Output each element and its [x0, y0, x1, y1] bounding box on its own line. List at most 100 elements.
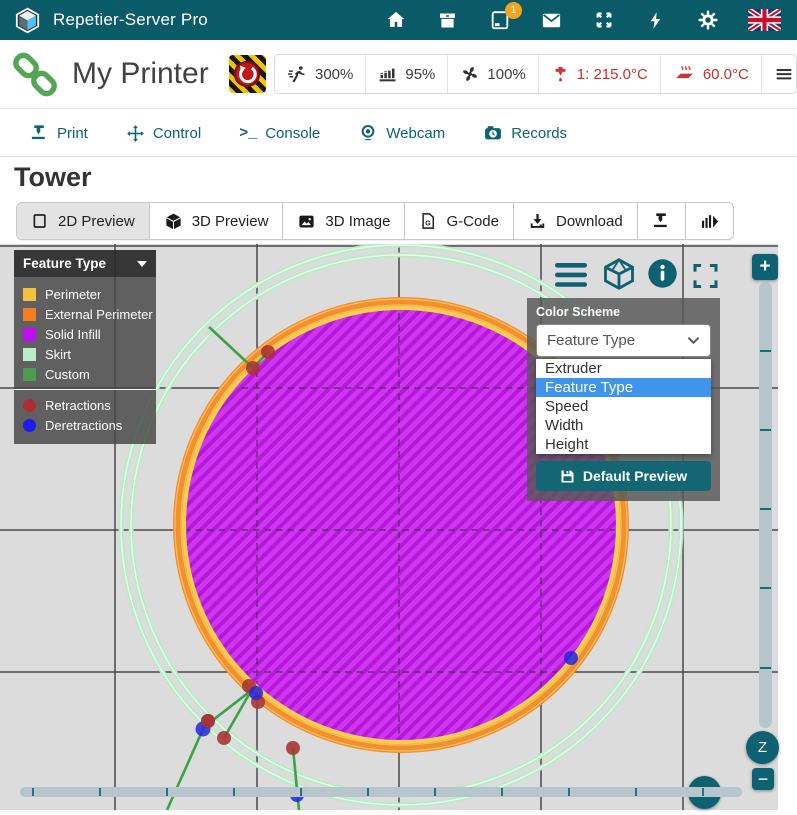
z-mode-button[interactable]: Z [746, 731, 779, 764]
legend-header-dropdown[interactable]: Feature Type [14, 250, 156, 277]
retractions-marker-swatch [23, 399, 36, 412]
solid-infill-swatch [23, 328, 36, 341]
layer-slider-tick [760, 429, 771, 431]
flow-value: 95% [405, 66, 435, 83]
repetier-logo-icon [14, 7, 41, 34]
fan-icon [460, 64, 480, 84]
option-feature-type[interactable]: Feature Type [536, 378, 711, 397]
3d-preview-button[interactable]: 3D Preview [149, 203, 283, 239]
gcode-button[interactable]: G G-Code [404, 203, 513, 239]
preview-area: Feature Type Perimeter External Perimete… [0, 244, 797, 810]
range-tick [300, 788, 302, 796]
hamburger-menu-icon [774, 64, 794, 84]
layer-scan-button[interactable] [685, 203, 733, 239]
tab-control[interactable]: Control [126, 124, 201, 143]
zoom-in-button[interactable]: + [752, 254, 778, 280]
language-flag-icon[interactable] [748, 9, 781, 32]
color-scheme-label: Color Scheme [536, 305, 711, 319]
speed-runner-icon [287, 64, 308, 85]
printer-tab-bar: Print Control >_ Console Webcam Records [0, 110, 797, 157]
legend-item: Perimeter [14, 284, 156, 304]
preview-menu-button[interactable] [554, 261, 588, 288]
range-tick [568, 788, 570, 796]
layer-slider-vertical[interactable] [759, 282, 772, 728]
color-scheme-option-list: Extruder Feature Type Speed Width Height [536, 359, 711, 454]
legend-item: Retractions [14, 395, 156, 415]
square-outline-icon [31, 212, 49, 230]
range-tick [635, 788, 637, 796]
chevron-down-icon [687, 336, 700, 345]
tab-webcam[interactable]: Webcam [358, 123, 445, 143]
view-button-group: 2D Preview 3D Preview 3D Image G G-Code … [16, 202, 734, 240]
webcam-icon [358, 123, 378, 143]
2d-preview-button[interactable]: 2D Preview [17, 203, 149, 239]
flow-status[interactable]: 95% [366, 55, 448, 93]
job-title: Tower [14, 162, 92, 193]
fan-value: 100% [487, 66, 525, 83]
top-navbar: Repetier-Server Pro 1 [0, 0, 797, 40]
home-icon[interactable] [384, 9, 407, 32]
legend-divider [14, 389, 156, 390]
gcode-file-icon: G [419, 212, 437, 230]
color-scheme-selected-value: Feature Type [547, 332, 635, 349]
range-tick [166, 788, 168, 796]
fan-status[interactable]: 100% [448, 55, 538, 93]
layer-slider-tick [760, 667, 771, 669]
range-tick [32, 788, 34, 796]
cube-icon [164, 212, 183, 231]
tab-records[interactable]: Records [483, 123, 567, 143]
option-speed[interactable]: Speed [536, 397, 711, 416]
option-height[interactable]: Height [536, 435, 711, 454]
speed-status[interactable]: 300% [275, 55, 366, 93]
bed-temp-value: 60.0°C [703, 66, 749, 83]
zoom-out-button[interactable]: − [752, 768, 774, 790]
info-button[interactable] [647, 258, 678, 289]
records-camera-icon [483, 123, 503, 143]
printer-status-bar: 300% 95% 100% [274, 54, 797, 94]
expand-fullscreen-icon[interactable] [592, 9, 615, 32]
app-title: Repetier-Server Pro [53, 10, 208, 30]
bed-temp-status[interactable]: 60.0°C [661, 55, 762, 93]
layers-forward-icon [700, 212, 719, 231]
legend-title: Feature Type [23, 256, 106, 271]
printer-header: My Printer 300% 95% [0, 40, 797, 109]
layer-slider-tick [760, 587, 771, 589]
notification-badge: 1 [505, 2, 522, 19]
3d-view-toggle-button[interactable] [600, 254, 638, 294]
custom-swatch [23, 368, 36, 381]
flow-bars-icon [378, 64, 398, 84]
emergency-stop-button[interactable] [229, 55, 266, 93]
option-width[interactable]: Width [536, 416, 711, 435]
printer-menu-button[interactable] [762, 55, 797, 93]
layer-slider-tick [760, 350, 771, 352]
printer-link-icon [12, 51, 58, 97]
range-tick [434, 788, 436, 796]
range-tick [702, 788, 704, 796]
legend-item: External Perimeter [14, 304, 156, 324]
legend-item: Skirt [14, 344, 156, 364]
perimeter-swatch [23, 288, 36, 301]
tab-console[interactable]: >_ Console [239, 125, 320, 142]
archive-box-icon[interactable] [436, 9, 459, 32]
option-extruder[interactable]: Extruder [536, 359, 711, 378]
power-bolt-icon[interactable] [644, 9, 667, 32]
messages-envelope-icon[interactable] [540, 9, 563, 32]
svg-text:G: G [426, 220, 432, 228]
default-preview-button[interactable]: Default Preview [536, 461, 711, 491]
range-tick [233, 788, 235, 796]
color-scheme-select[interactable]: Feature Type [536, 324, 711, 357]
chevron-down-icon [137, 261, 147, 267]
external-perimeter-swatch [23, 308, 36, 321]
extruder-temp-status[interactable]: 1: 215.0°C [539, 55, 661, 93]
settings-gear-icon[interactable] [696, 9, 719, 32]
download-button[interactable]: Download [513, 203, 637, 239]
range-tick [99, 788, 101, 796]
fullscreen-button[interactable] [690, 261, 720, 290]
skirt-swatch [23, 348, 36, 361]
layer-range-slider-horizontal[interactable] [20, 787, 742, 797]
printer-notifications-icon[interactable]: 1 [488, 9, 511, 32]
image-icon [297, 212, 316, 231]
tab-print[interactable]: Print [30, 124, 88, 142]
3d-image-button[interactable]: 3D Image [282, 203, 404, 239]
print-job-button[interactable] [637, 203, 685, 239]
